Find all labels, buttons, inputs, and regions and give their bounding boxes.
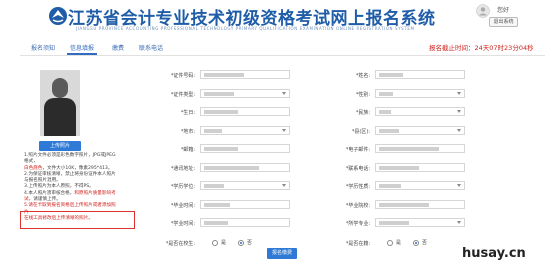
- form-input[interactable]: [375, 199, 465, 209]
- radio-button[interactable]: [238, 239, 244, 246]
- radio-label: 否: [422, 239, 428, 246]
- form-input[interactable]: [200, 199, 290, 209]
- redacted-value: [379, 165, 419, 170]
- form-input[interactable]: [200, 70, 290, 79]
- applicant-photo: [40, 70, 80, 136]
- site-subtitle: JIANGSU PROVINCE ACCOUNTING PROFESSIONAL…: [76, 26, 415, 31]
- redacted-value: [204, 202, 230, 207]
- redacted-value: [379, 128, 399, 133]
- form-select[interactable]: [375, 107, 465, 116]
- radio-group: 是否: [375, 239, 465, 248]
- radio-button[interactable]: [387, 239, 393, 246]
- watermark-text: husay.cn: [462, 246, 526, 261]
- form-select[interactable]: [200, 125, 290, 135]
- redacted-value: [379, 221, 409, 225]
- radio-group: 是否: [200, 239, 290, 248]
- form-label: *学历学位:: [170, 184, 195, 190]
- form-input[interactable]: [375, 162, 465, 172]
- note-text: 4.本人照片须审核合格，: [24, 190, 75, 196]
- tab-info-entry[interactable]: 信息填报: [67, 43, 97, 55]
- redacted-value: [204, 110, 238, 114]
- form-label: *所学专业:: [345, 221, 370, 227]
- photo-note-line: 4.本人照片须审核合格，和原照片质量影响考试，请谨慎上传。: [24, 191, 116, 204]
- form-label: *民族:: [355, 110, 370, 116]
- tab-payment[interactable]: 缴费: [108, 43, 128, 55]
- form-label: *生日:: [180, 110, 195, 116]
- radio-button[interactable]: [212, 239, 218, 246]
- form-label: *证件号码:: [170, 73, 195, 79]
- form-label: *姓名:: [355, 73, 370, 79]
- radio-button[interactable]: [413, 239, 419, 246]
- form-label: *电子邮件:: [345, 147, 370, 153]
- redacted-value: [204, 221, 228, 225]
- redacted-value: [379, 110, 391, 114]
- form-label: *学业时间:: [170, 221, 195, 227]
- registration-page: 江苏省会计专业技术初级资格考试网上报名系统 JIANGSU PROVINCE A…: [0, 0, 555, 269]
- redacted-value: [204, 73, 244, 77]
- form-select[interactable]: [200, 181, 290, 190]
- redacted-value: [204, 91, 234, 96]
- form-label: *毕业时间:: [170, 202, 195, 209]
- logout-button[interactable]: 退出系统: [489, 17, 518, 27]
- user-greeting: 您好: [496, 7, 509, 14]
- form-input[interactable]: [375, 70, 465, 79]
- note-text: 2.为保证审核清晰，禁止将身份证件本人照片与报名照片混用。: [24, 171, 116, 184]
- radio-label: 是: [396, 239, 402, 246]
- site-logo-icon: [49, 7, 67, 25]
- form-label: *地市:: [180, 128, 195, 135]
- notes-highlight-box: [20, 211, 135, 229]
- tab-bar: 报名须知 信息填报 缴费 联系电话 报名截止时间：24天07时23分04秒: [20, 40, 545, 56]
- redacted-value: [204, 147, 238, 151]
- form-select[interactable]: [200, 88, 290, 98]
- note-text: 3.上传照片为本人原照，不得PS。: [24, 184, 94, 190]
- form-select[interactable]: [375, 88, 465, 98]
- form-select[interactable]: [375, 218, 465, 227]
- form-input[interactable]: [200, 218, 290, 227]
- form-label: *邮箱:: [180, 147, 195, 153]
- radio-label: 否: [247, 239, 253, 246]
- note-text: ，请谨慎上传。: [28, 197, 61, 203]
- form-input[interactable]: [200, 162, 290, 172]
- form-select[interactable]: [375, 125, 465, 135]
- photo-note-line: 1.照片文件必须是彩色数字照片，JPG或JPEG格式，: [24, 153, 116, 166]
- note-text-warning: 白色底色: [24, 165, 43, 171]
- form-label: *县(区):: [351, 128, 370, 135]
- form-input[interactable]: [200, 144, 290, 153]
- tab-notice[interactable]: 报名须知: [28, 43, 58, 55]
- tab-contact[interactable]: 联系电话: [136, 43, 166, 55]
- redacted-value: [204, 128, 222, 133]
- photo-body-shape: [44, 98, 76, 136]
- form-label: *联系电话:: [345, 165, 370, 172]
- redacted-value: [379, 184, 401, 188]
- photo-note-line: 2.为保证审核清晰，禁止将身份证件本人照片与报名照片混用。: [24, 172, 116, 185]
- form-label: *证件类型:: [170, 91, 195, 98]
- form-input[interactable]: [200, 107, 290, 116]
- note-text: ，文件大小10K，像素295*413。: [42, 165, 113, 171]
- form-label: *是否在籍:: [345, 240, 370, 247]
- note-text: 1.照片文件必须是彩色数字照片，JPG或JPEG格式，: [24, 153, 116, 165]
- form-label: *性别:: [355, 91, 370, 98]
- redacted-value: [379, 91, 393, 96]
- site-header: 江苏省会计专业技术初级资格考试网上报名系统 JIANGSU PROVINCE A…: [0, 0, 555, 40]
- deadline-countdown: 报名截止时间：24天07时23分04秒: [429, 44, 534, 52]
- photo-head-shape: [52, 78, 68, 98]
- upload-photo-button[interactable]: 上传照片: [39, 141, 81, 151]
- redacted-value: [379, 202, 429, 207]
- redacted-value: [204, 165, 259, 170]
- form-label: *毕业院校:: [345, 202, 370, 209]
- redacted-value: [204, 184, 224, 188]
- redacted-value: [379, 73, 403, 77]
- form-label: *学历性质:: [345, 184, 370, 190]
- form-select[interactable]: [375, 181, 465, 190]
- redacted-value: [379, 147, 439, 151]
- form-label: *通讯地址:: [170, 165, 195, 172]
- form-input[interactable]: [375, 144, 465, 153]
- save-payment-button[interactable]: 报名缴费: [267, 248, 297, 259]
- form-label: *是否在校生:: [165, 240, 195, 247]
- radio-label: 是: [221, 239, 227, 246]
